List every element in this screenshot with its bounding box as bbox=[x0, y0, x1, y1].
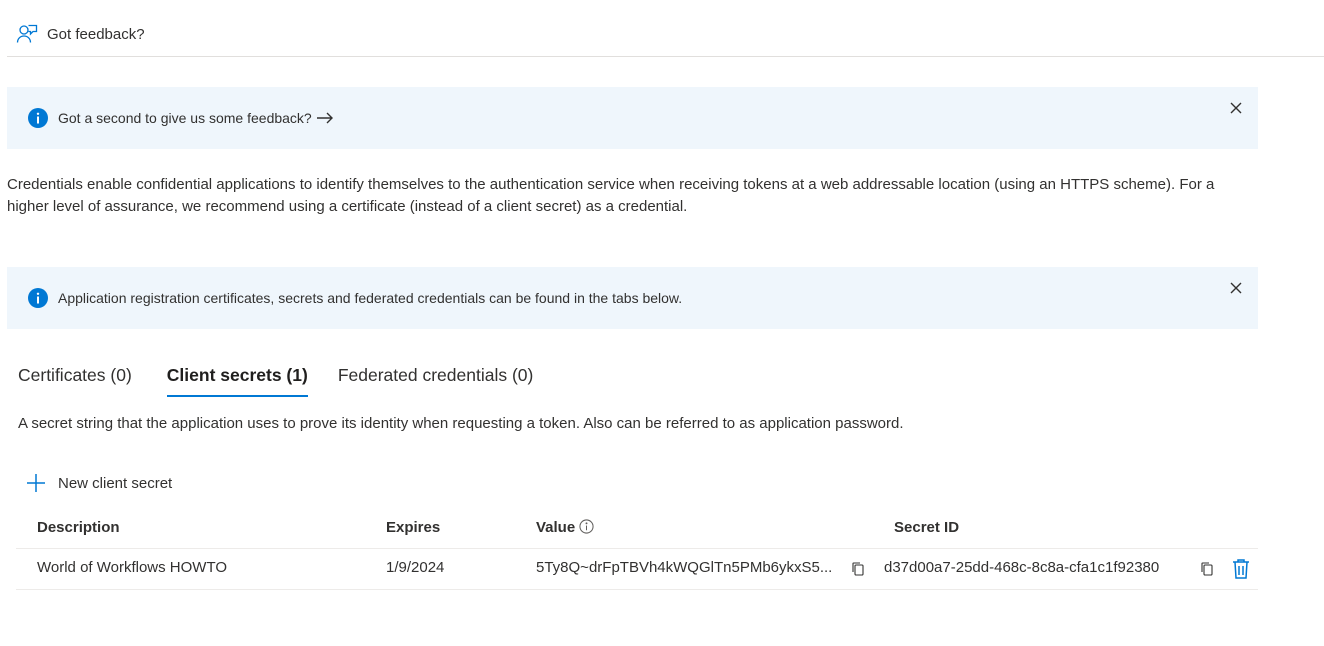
tab-client-secrets[interactable]: Client secrets (1) bbox=[166, 365, 308, 397]
tab-federated-credentials[interactable]: Federated credentials (0) bbox=[338, 365, 534, 397]
secret-description: World of Workflows HOWTO bbox=[37, 559, 228, 576]
secret-id: d37d00a7-25dd-468c-8c8a-cfa1c1f92380 bbox=[884, 559, 1160, 576]
info-icon bbox=[28, 108, 48, 128]
client-secrets-table: Description Expires Value Secret ID Worl… bbox=[16, 509, 1258, 590]
close-icon[interactable] bbox=[1228, 280, 1244, 296]
secret-value: 5Ty8Q~drFpTBVh4kWQGlTn5PMb6ykxS5... bbox=[536, 559, 833, 576]
column-header-value: Value bbox=[536, 519, 594, 536]
command-bar: Got feedback? bbox=[7, 14, 1324, 57]
tab-certificates[interactable]: Certificates (0) bbox=[18, 365, 132, 397]
feedback-banner-text: Got a second to give us some feedback? bbox=[58, 110, 312, 126]
info-icon[interactable] bbox=[579, 519, 594, 534]
plus-icon bbox=[26, 473, 46, 493]
credentials-description: Credentials enable confidential applicat… bbox=[7, 176, 1215, 215]
info-banner-text: Application registration certificates, s… bbox=[58, 290, 683, 306]
feedback-banner-link[interactable]: Got a second to give us some feedback? bbox=[58, 108, 334, 129]
column-header-secret-id: Secret ID bbox=[894, 519, 960, 536]
got-feedback-button[interactable]: Got feedback? bbox=[16, 23, 145, 45]
copy-icon[interactable] bbox=[850, 561, 866, 577]
copy-icon[interactable] bbox=[1199, 561, 1215, 577]
new-client-secret-label: New client secret bbox=[58, 474, 173, 492]
table-row: World of Workflows HOWTO 1/9/2024 5Ty8Q~… bbox=[16, 549, 1258, 590]
got-feedback-label: Got feedback? bbox=[47, 25, 145, 43]
credential-tabs: Certificates (0) Client secrets (1) Fede… bbox=[18, 365, 533, 397]
arrow-right-icon bbox=[316, 109, 334, 129]
feedback-icon bbox=[16, 23, 38, 45]
feedback-banner: Got a second to give us some feedback? bbox=[7, 87, 1258, 149]
column-header-description: Description bbox=[37, 519, 120, 536]
client-secrets-description: A secret string that the application use… bbox=[18, 415, 904, 432]
close-icon[interactable] bbox=[1228, 100, 1244, 116]
info-banner: Application registration certificates, s… bbox=[7, 267, 1258, 329]
info-icon bbox=[28, 288, 48, 308]
secret-expires: 1/9/2024 bbox=[386, 559, 445, 576]
table-header: Description Expires Value Secret ID bbox=[16, 509, 1258, 549]
new-client-secret-button[interactable]: New client secret bbox=[26, 473, 172, 493]
column-header-value-label: Value bbox=[536, 519, 576, 536]
column-header-expires: Expires bbox=[386, 519, 441, 536]
delete-icon[interactable] bbox=[1231, 558, 1251, 580]
